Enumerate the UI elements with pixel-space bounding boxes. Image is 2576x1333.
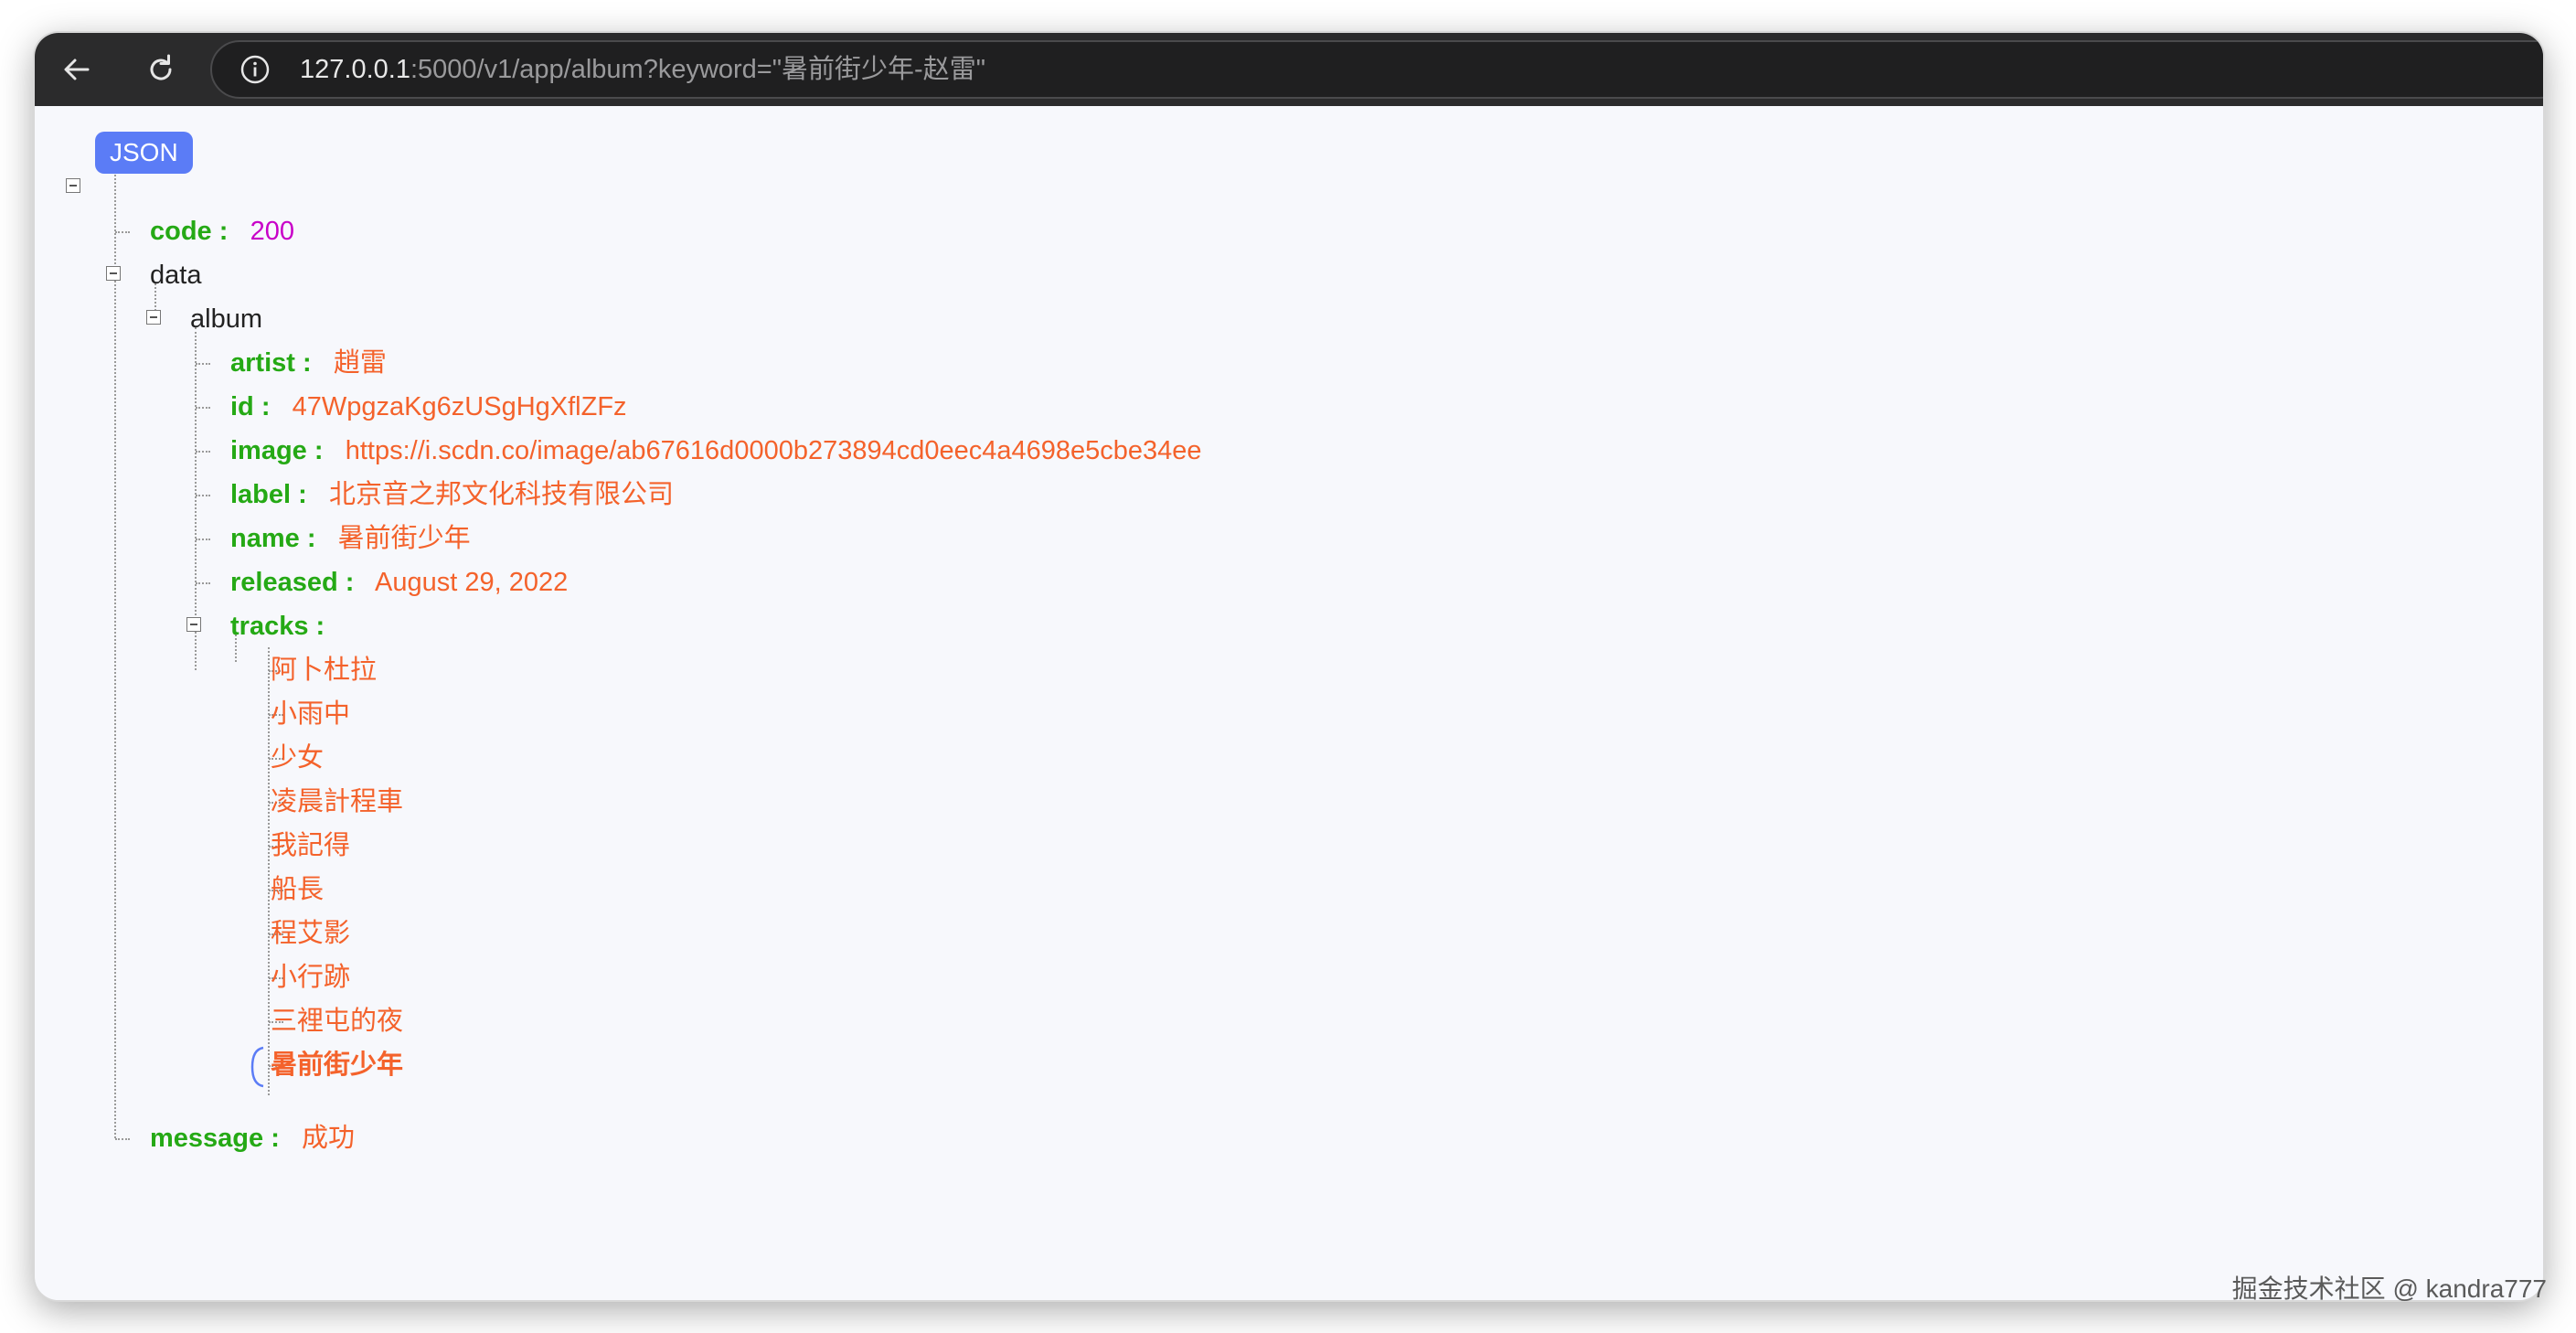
back-button[interactable]: [53, 46, 101, 93]
track-item[interactable]: 三裡屯的夜: [271, 1003, 403, 1040]
url-text[interactable]: 127.0.0.1:5000/v1/app/album?keyword="暑前街…: [300, 42, 985, 97]
value-label: 北京音之邦文化科技有限公司: [328, 480, 674, 509]
collapse-toggle-data[interactable]: [106, 266, 121, 281]
tree-row-message[interactable]: message : 成功: [150, 1120, 355, 1157]
key-album: album: [190, 304, 262, 334]
key-tracks: tracks :: [230, 612, 325, 641]
track-item[interactable]: 船長: [271, 871, 324, 908]
tree-line: [196, 451, 210, 453]
tree-row-code[interactable]: code : 200: [150, 213, 294, 250]
track-item[interactable]: 小雨中: [271, 696, 350, 732]
collapse-toggle-tracks[interactable]: [186, 617, 201, 632]
tree-line: [196, 363, 210, 365]
browser-toolbar: 127.0.0.1:5000/v1/app/album?keyword="暑前街…: [35, 33, 2543, 106]
value-image: https://i.scdn.co/image/ab67616d0000b273…: [345, 436, 1202, 465]
url-path: :5000/v1/app/album?keyword="暑前街少年-赵雷": [410, 55, 985, 84]
key-label: label :: [230, 480, 307, 509]
track-item[interactable]: 我記得: [271, 827, 350, 864]
back-arrow-icon: [64, 59, 90, 80]
selection-bracket: [250, 1046, 264, 1088]
value-id: 47WpgzaKg6zUSgHgXflZFz: [292, 392, 627, 421]
browser-window: 127.0.0.1:5000/v1/app/album?keyword="暑前街…: [35, 33, 2543, 1300]
value-name: 暑前街少年: [337, 524, 471, 553]
value-code: 200: [250, 217, 294, 246]
json-viewer: JSON code : 200 data album artist : 趙雷 i…: [35, 106, 2543, 1300]
key-image: image :: [230, 436, 324, 465]
key-code: code :: [150, 217, 229, 246]
tree-row-released[interactable]: released : August 29, 2022: [230, 564, 568, 601]
track-item[interactable]: 程艾影: [271, 915, 350, 952]
key-artist: artist :: [230, 348, 312, 378]
collapse-toggle-album[interactable]: [146, 310, 161, 325]
track-item[interactable]: 凌晨計程車: [271, 784, 403, 820]
value-message: 成功: [302, 1124, 356, 1153]
url-host: 127.0.0.1: [300, 55, 410, 84]
tree-line: [196, 407, 210, 409]
tree-line: [115, 1138, 130, 1140]
track-item[interactable]: 小行跡: [271, 959, 350, 996]
site-info-icon[interactable]: [240, 54, 271, 85]
tree-row-artist[interactable]: artist : 趙雷: [230, 345, 387, 381]
key-data: data: [150, 261, 202, 290]
tree-line: [115, 231, 130, 233]
tree-line: [196, 495, 210, 496]
value-released: August 29, 2022: [375, 568, 569, 597]
tree-row-data[interactable]: data: [150, 257, 201, 293]
key-id: id :: [230, 392, 271, 421]
json-root-badge[interactable]: JSON: [95, 132, 193, 174]
address-bar[interactable]: 127.0.0.1:5000/v1/app/album?keyword="暑前街…: [210, 40, 2543, 99]
track-item[interactable]: 阿卜杜拉: [271, 652, 377, 688]
tree-row-label[interactable]: label : 北京音之邦文化科技有限公司: [230, 476, 674, 513]
reload-button[interactable]: [137, 46, 185, 93]
tree-row-album[interactable]: album: [190, 301, 262, 337]
watermark: 掘金技术社区 @ kandra777: [2231, 1274, 2547, 1303]
track-item-selected[interactable]: 暑前街少年: [271, 1047, 403, 1083]
tree-row-image[interactable]: image : https://i.scdn.co/image/ab67616d…: [230, 432, 1202, 469]
value-artist: 趙雷: [333, 348, 387, 378]
key-message: message :: [150, 1124, 280, 1153]
tree-row-id[interactable]: id : 47WpgzaKg6zUSgHgXflZFz: [230, 389, 627, 425]
reload-icon: [150, 54, 172, 80]
track-item[interactable]: 少女: [271, 740, 324, 776]
tree-row-tracks[interactable]: tracks :: [230, 608, 325, 645]
tree-line: [196, 539, 210, 540]
tree-line: [196, 582, 210, 584]
collapse-toggle-root[interactable]: [66, 178, 80, 193]
tree-line: [114, 160, 116, 1138]
key-released: released :: [230, 568, 355, 597]
key-name: name :: [230, 524, 316, 553]
tree-row-name[interactable]: name : 暑前街少年: [230, 520, 471, 557]
